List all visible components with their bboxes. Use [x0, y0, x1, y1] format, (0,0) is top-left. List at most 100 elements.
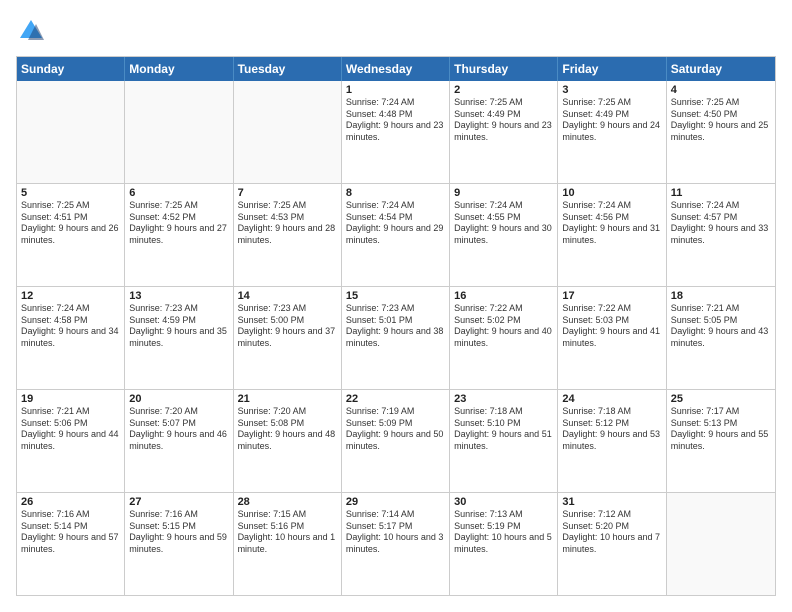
day-number: 15: [346, 290, 445, 302]
day-cell-6: 6Sunrise: 7:25 AM Sunset: 4:52 PM Daylig…: [125, 184, 233, 286]
day-info: Sunrise: 7:24 AM Sunset: 4:58 PM Dayligh…: [21, 303, 120, 350]
day-cell-24: 24Sunrise: 7:18 AM Sunset: 5:12 PM Dayli…: [558, 390, 666, 492]
day-number: 12: [21, 290, 120, 302]
day-info: Sunrise: 7:25 AM Sunset: 4:51 PM Dayligh…: [21, 200, 120, 247]
day-info: Sunrise: 7:15 AM Sunset: 5:16 PM Dayligh…: [238, 509, 337, 556]
day-cell-16: 16Sunrise: 7:22 AM Sunset: 5:02 PM Dayli…: [450, 287, 558, 389]
day-number: 6: [129, 187, 228, 199]
day-cell-13: 13Sunrise: 7:23 AM Sunset: 4:59 PM Dayli…: [125, 287, 233, 389]
day-number: 3: [562, 84, 661, 96]
day-number: 27: [129, 496, 228, 508]
calendar-row-1: 1Sunrise: 7:24 AM Sunset: 4:48 PM Daylig…: [17, 81, 775, 183]
day-cell-10: 10Sunrise: 7:24 AM Sunset: 4:56 PM Dayli…: [558, 184, 666, 286]
day-info: Sunrise: 7:25 AM Sunset: 4:53 PM Dayligh…: [238, 200, 337, 247]
day-cell-25: 25Sunrise: 7:17 AM Sunset: 5:13 PM Dayli…: [667, 390, 775, 492]
header-day-tuesday: Tuesday: [234, 57, 342, 81]
day-info: Sunrise: 7:24 AM Sunset: 4:48 PM Dayligh…: [346, 97, 445, 144]
day-number: 17: [562, 290, 661, 302]
day-info: Sunrise: 7:22 AM Sunset: 5:02 PM Dayligh…: [454, 303, 553, 350]
day-number: 1: [346, 84, 445, 96]
day-number: 31: [562, 496, 661, 508]
day-cell-11: 11Sunrise: 7:24 AM Sunset: 4:57 PM Dayli…: [667, 184, 775, 286]
day-info: Sunrise: 7:12 AM Sunset: 5:20 PM Dayligh…: [562, 509, 661, 556]
day-cell-4: 4Sunrise: 7:25 AM Sunset: 4:50 PM Daylig…: [667, 81, 775, 183]
day-info: Sunrise: 7:21 AM Sunset: 5:06 PM Dayligh…: [21, 406, 120, 453]
day-cell-5: 5Sunrise: 7:25 AM Sunset: 4:51 PM Daylig…: [17, 184, 125, 286]
calendar-body: 1Sunrise: 7:24 AM Sunset: 4:48 PM Daylig…: [17, 81, 775, 595]
day-number: 13: [129, 290, 228, 302]
day-cell-1: 1Sunrise: 7:24 AM Sunset: 4:48 PM Daylig…: [342, 81, 450, 183]
header-day-friday: Friday: [558, 57, 666, 81]
day-cell-empty: [17, 81, 125, 183]
day-info: Sunrise: 7:13 AM Sunset: 5:19 PM Dayligh…: [454, 509, 553, 556]
header-day-wednesday: Wednesday: [342, 57, 450, 81]
day-info: Sunrise: 7:19 AM Sunset: 5:09 PM Dayligh…: [346, 406, 445, 453]
day-info: Sunrise: 7:14 AM Sunset: 5:17 PM Dayligh…: [346, 509, 445, 556]
calendar-row-3: 12Sunrise: 7:24 AM Sunset: 4:58 PM Dayli…: [17, 286, 775, 389]
day-info: Sunrise: 7:24 AM Sunset: 4:55 PM Dayligh…: [454, 200, 553, 247]
day-info: Sunrise: 7:23 AM Sunset: 5:00 PM Dayligh…: [238, 303, 337, 350]
day-cell-26: 26Sunrise: 7:16 AM Sunset: 5:14 PM Dayli…: [17, 493, 125, 595]
day-cell-27: 27Sunrise: 7:16 AM Sunset: 5:15 PM Dayli…: [125, 493, 233, 595]
logo: [16, 16, 48, 46]
day-number: 29: [346, 496, 445, 508]
day-cell-12: 12Sunrise: 7:24 AM Sunset: 4:58 PM Dayli…: [17, 287, 125, 389]
day-info: Sunrise: 7:25 AM Sunset: 4:49 PM Dayligh…: [562, 97, 661, 144]
day-cell-2: 2Sunrise: 7:25 AM Sunset: 4:49 PM Daylig…: [450, 81, 558, 183]
day-info: Sunrise: 7:25 AM Sunset: 4:52 PM Dayligh…: [129, 200, 228, 247]
header-day-monday: Monday: [125, 57, 233, 81]
day-cell-empty: [667, 493, 775, 595]
day-cell-3: 3Sunrise: 7:25 AM Sunset: 4:49 PM Daylig…: [558, 81, 666, 183]
day-info: Sunrise: 7:22 AM Sunset: 5:03 PM Dayligh…: [562, 303, 661, 350]
day-cell-22: 22Sunrise: 7:19 AM Sunset: 5:09 PM Dayli…: [342, 390, 450, 492]
day-number: 2: [454, 84, 553, 96]
day-cell-empty: [234, 81, 342, 183]
day-number: 11: [671, 187, 771, 199]
day-number: 5: [21, 187, 120, 199]
calendar-row-5: 26Sunrise: 7:16 AM Sunset: 5:14 PM Dayli…: [17, 492, 775, 595]
day-info: Sunrise: 7:25 AM Sunset: 4:50 PM Dayligh…: [671, 97, 771, 144]
day-info: Sunrise: 7:24 AM Sunset: 4:57 PM Dayligh…: [671, 200, 771, 247]
day-info: Sunrise: 7:24 AM Sunset: 4:54 PM Dayligh…: [346, 200, 445, 247]
day-number: 30: [454, 496, 553, 508]
day-number: 26: [21, 496, 120, 508]
day-cell-29: 29Sunrise: 7:14 AM Sunset: 5:17 PM Dayli…: [342, 493, 450, 595]
day-info: Sunrise: 7:18 AM Sunset: 5:10 PM Dayligh…: [454, 406, 553, 453]
day-number: 24: [562, 393, 661, 405]
day-number: 14: [238, 290, 337, 302]
day-number: 20: [129, 393, 228, 405]
day-info: Sunrise: 7:20 AM Sunset: 5:07 PM Dayligh…: [129, 406, 228, 453]
day-info: Sunrise: 7:21 AM Sunset: 5:05 PM Dayligh…: [671, 303, 771, 350]
day-info: Sunrise: 7:20 AM Sunset: 5:08 PM Dayligh…: [238, 406, 337, 453]
day-cell-14: 14Sunrise: 7:23 AM Sunset: 5:00 PM Dayli…: [234, 287, 342, 389]
day-info: Sunrise: 7:17 AM Sunset: 5:13 PM Dayligh…: [671, 406, 771, 453]
day-cell-7: 7Sunrise: 7:25 AM Sunset: 4:53 PM Daylig…: [234, 184, 342, 286]
day-cell-20: 20Sunrise: 7:20 AM Sunset: 5:07 PM Dayli…: [125, 390, 233, 492]
header-day-thursday: Thursday: [450, 57, 558, 81]
day-cell-18: 18Sunrise: 7:21 AM Sunset: 5:05 PM Dayli…: [667, 287, 775, 389]
header-day-saturday: Saturday: [667, 57, 775, 81]
day-info: Sunrise: 7:16 AM Sunset: 5:15 PM Dayligh…: [129, 509, 228, 556]
day-info: Sunrise: 7:25 AM Sunset: 4:49 PM Dayligh…: [454, 97, 553, 144]
day-number: 4: [671, 84, 771, 96]
day-number: 25: [671, 393, 771, 405]
header-day-sunday: Sunday: [17, 57, 125, 81]
calendar-row-2: 5Sunrise: 7:25 AM Sunset: 4:51 PM Daylig…: [17, 183, 775, 286]
day-info: Sunrise: 7:16 AM Sunset: 5:14 PM Dayligh…: [21, 509, 120, 556]
logo-icon: [16, 16, 46, 46]
day-number: 18: [671, 290, 771, 302]
day-cell-23: 23Sunrise: 7:18 AM Sunset: 5:10 PM Dayli…: [450, 390, 558, 492]
day-cell-17: 17Sunrise: 7:22 AM Sunset: 5:03 PM Dayli…: [558, 287, 666, 389]
page: SundayMondayTuesdayWednesdayThursdayFrid…: [0, 0, 792, 612]
day-cell-30: 30Sunrise: 7:13 AM Sunset: 5:19 PM Dayli…: [450, 493, 558, 595]
day-info: Sunrise: 7:24 AM Sunset: 4:56 PM Dayligh…: [562, 200, 661, 247]
day-number: 9: [454, 187, 553, 199]
calendar: SundayMondayTuesdayWednesdayThursdayFrid…: [16, 56, 776, 596]
day-cell-empty: [125, 81, 233, 183]
day-cell-21: 21Sunrise: 7:20 AM Sunset: 5:08 PM Dayli…: [234, 390, 342, 492]
day-number: 23: [454, 393, 553, 405]
calendar-row-4: 19Sunrise: 7:21 AM Sunset: 5:06 PM Dayli…: [17, 389, 775, 492]
calendar-header-row: SundayMondayTuesdayWednesdayThursdayFrid…: [17, 57, 775, 81]
day-cell-9: 9Sunrise: 7:24 AM Sunset: 4:55 PM Daylig…: [450, 184, 558, 286]
day-info: Sunrise: 7:23 AM Sunset: 4:59 PM Dayligh…: [129, 303, 228, 350]
